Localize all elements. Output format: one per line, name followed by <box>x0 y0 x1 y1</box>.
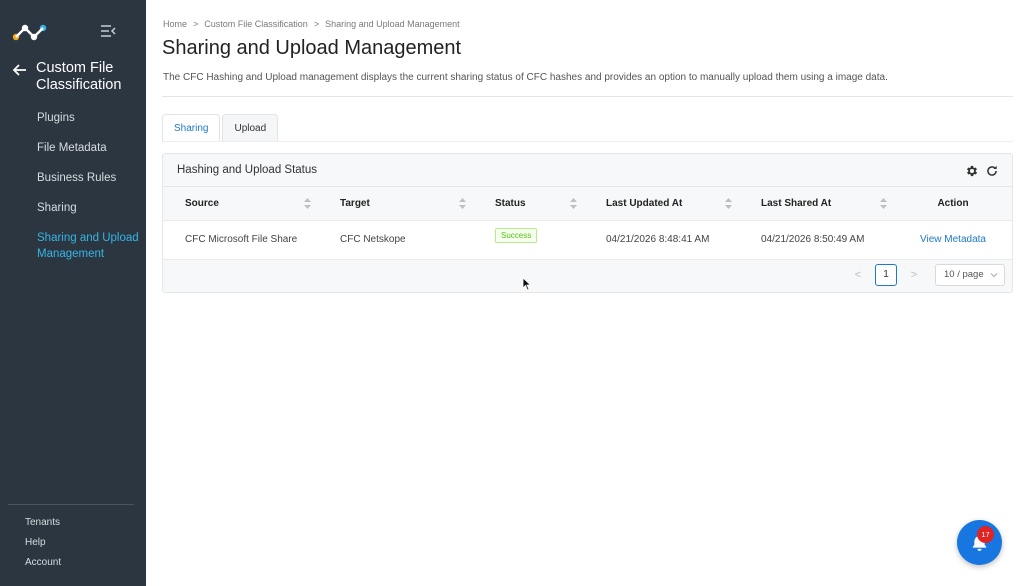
sort-icon[interactable] <box>570 198 577 209</box>
sort-icon[interactable] <box>304 198 311 209</box>
column-label: Target <box>340 198 370 210</box>
page-size-value: 10 / page <box>944 269 984 280</box>
sidebar-item-business-rules[interactable]: Business Rules <box>37 170 145 200</box>
sidebar-item-account[interactable]: Account <box>25 557 61 577</box>
breadcrumb-separator: > <box>193 19 199 29</box>
breadcrumb-home[interactable]: Home <box>163 19 187 29</box>
netskope-logo[interactable] <box>12 22 48 42</box>
sidebar-item-sharing-upload-management[interactable]: Sharing and Upload Management <box>37 230 145 260</box>
tab-sharing[interactable]: Sharing <box>162 114 221 142</box>
cell-text: CFC Netskope <box>340 234 406 245</box>
table-header-row: Source Target Status Last Updated At Las… <box>163 188 1012 221</box>
sidebar-section-title: Custom File Classification <box>36 60 122 93</box>
sidebar: Custom File Classification Plugins File … <box>0 0 146 586</box>
page-size-select[interactable]: 10 / page <box>935 264 1005 286</box>
column-label: Action <box>937 198 969 210</box>
column-header-target[interactable]: Target <box>318 188 473 221</box>
mouse-cursor-icon <box>522 277 532 291</box>
cell-last-shared: 04/21/2026 8:50:49 AM <box>739 220 894 260</box>
tabs-divider <box>162 141 1013 142</box>
tabs: Sharing Upload <box>162 114 280 142</box>
collapse-menu-icon[interactable] <box>100 24 116 38</box>
card-header: Hashing and Upload Status <box>163 154 1012 187</box>
sidebar-item-plugins[interactable]: Plugins <box>37 110 145 140</box>
pagination: < 1 > 10 / page <box>853 264 1005 286</box>
sidebar-bottom-nav: Tenants Help Account <box>25 517 61 577</box>
view-metadata-link[interactable]: View Metadata <box>920 234 986 245</box>
cell-text: CFC Microsoft File Share <box>185 234 298 245</box>
column-label: Source <box>185 198 219 210</box>
cell-source: CFC Microsoft File Share <box>163 220 318 260</box>
column-label: Last Updated At <box>606 198 683 210</box>
table-row: CFC Microsoft File Share CFC Netskope Su… <box>163 220 1012 260</box>
status-card: Hashing and Upload Status Source Target <box>162 153 1013 293</box>
breadcrumb-custom-file-classification[interactable]: Custom File Classification <box>204 19 308 29</box>
status-table: Source Target Status Last Updated At Las… <box>163 188 1012 260</box>
refresh-icon[interactable] <box>985 164 999 178</box>
notification-count-badge: 17 <box>977 526 994 543</box>
column-header-status[interactable]: Status <box>473 188 584 221</box>
column-header-source[interactable]: Source <box>163 188 318 221</box>
column-header-last-updated[interactable]: Last Updated At <box>584 188 739 221</box>
gear-icon[interactable] <box>965 164 979 178</box>
sidebar-item-help[interactable]: Help <box>25 537 61 557</box>
sidebar-item-file-metadata[interactable]: File Metadata <box>37 140 145 170</box>
column-header-action: Action <box>894 188 1012 221</box>
column-label: Last Shared At <box>761 198 832 210</box>
sidebar-item-tenants[interactable]: Tenants <box>25 517 61 537</box>
next-page-button[interactable]: > <box>909 269 919 281</box>
chevron-down-icon <box>990 273 998 278</box>
cell-text: 04/21/2026 8:48:41 AM <box>606 234 710 245</box>
cell-target: CFC Netskope <box>318 220 473 260</box>
prev-page-button[interactable]: < <box>853 269 863 281</box>
column-label: Status <box>495 198 526 210</box>
column-header-last-shared[interactable]: Last Shared At <box>739 188 894 221</box>
sidebar-divider <box>8 504 134 505</box>
cell-action: View Metadata <box>894 220 1012 260</box>
breadcrumb-separator: > <box>313 19 320 29</box>
cell-text: 04/21/2026 8:50:49 AM <box>761 234 865 245</box>
sidebar-nav: Plugins File Metadata Business Rules Sha… <box>37 110 145 260</box>
tab-upload[interactable]: Upload <box>222 114 279 142</box>
sort-icon[interactable] <box>459 198 466 209</box>
status-badge: Success <box>495 227 538 243</box>
page-number-button[interactable]: 1 <box>875 264 897 286</box>
cell-last-updated: 04/21/2026 8:48:41 AM <box>584 220 739 260</box>
sort-icon[interactable] <box>725 198 732 209</box>
page-description: The CFC Hashing and Upload management di… <box>163 72 888 83</box>
header-divider <box>162 96 1013 97</box>
breadcrumb: Home > Custom File Classification > Shar… <box>163 19 460 29</box>
sidebar-item-sharing[interactable]: Sharing <box>37 200 145 230</box>
page-title: Sharing and Upload Management <box>162 37 462 59</box>
breadcrumb-current: Sharing and Upload Management <box>325 19 460 29</box>
cell-status: Success <box>473 220 584 260</box>
sort-icon[interactable] <box>880 198 887 209</box>
card-title: Hashing and Upload Status <box>177 164 318 176</box>
sidebar-section-header: Custom File Classification <box>12 60 128 94</box>
back-arrow-icon[interactable] <box>12 62 28 78</box>
